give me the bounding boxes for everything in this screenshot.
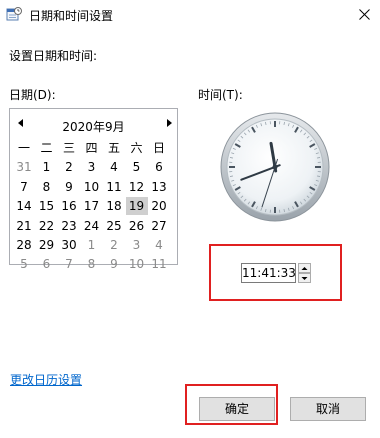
calendar-day[interactable]: 21 [13, 217, 35, 235]
calendar-day[interactable]: 13 [148, 178, 170, 196]
calendar-day[interactable]: 8 [81, 255, 103, 273]
calendar-day[interactable]: 18 [103, 197, 125, 215]
dialog-heading: 设置日期和时间: [9, 49, 98, 63]
calendar-day[interactable]: 17 [81, 197, 103, 215]
calendar-day[interactable]: 5 [126, 158, 148, 176]
change-calendar-settings-link[interactable]: 更改日历设置 [10, 371, 82, 388]
weekday-header: 五 [107, 141, 120, 155]
calendar-day[interactable]: 1 [36, 158, 58, 176]
date-time-settings-icon [6, 6, 22, 22]
chevron-up-icon [301, 267, 308, 270]
calendar-day[interactable]: 30 [58, 236, 80, 254]
calendar-day[interactable]: 31 [13, 158, 35, 176]
calendar-day[interactable]: 16 [58, 197, 80, 215]
date-label: 日期(D): [9, 88, 56, 102]
calendar-day[interactable]: 8 [36, 178, 58, 196]
calendar-day[interactable]: 3 [126, 236, 148, 254]
calendar-day[interactable]: 2 [58, 158, 80, 176]
weekday-header: 四 [85, 141, 98, 155]
calendar-day[interactable]: 15 [36, 197, 58, 215]
cancel-button[interactable]: 取消 [290, 397, 366, 421]
calendar-day[interactable]: 6 [36, 255, 58, 273]
calendar-day[interactable]: 12 [126, 178, 148, 196]
analog-clock [211, 112, 339, 222]
calendar-day[interactable]: 11 [148, 255, 170, 273]
spin-up-button[interactable] [298, 263, 311, 273]
clock-center [272, 164, 278, 170]
weekday-header: 六 [130, 141, 143, 155]
chevron-down-icon [301, 277, 308, 280]
calendar-day[interactable]: 1 [81, 236, 103, 254]
calendar-day[interactable]: 4 [103, 158, 125, 176]
calendar-day[interactable]: 7 [13, 178, 35, 196]
calendar-day[interactable]: 14 [13, 197, 35, 215]
calendar-day[interactable]: 7 [58, 255, 80, 273]
triangle-right-icon [167, 119, 172, 127]
calendar-day[interactable]: 20 [148, 197, 170, 215]
calendar-day[interactable]: 28 [13, 236, 35, 254]
calendar-day[interactable]: 11 [103, 178, 125, 196]
time-input[interactable]: 11:41:33 [241, 263, 296, 283]
spin-down-button[interactable] [298, 273, 311, 283]
calendar-month-title[interactable]: 2020年9月 [10, 118, 177, 135]
calendar-day[interactable]: 6 [148, 158, 170, 176]
calendar-day[interactable]: 23 [58, 217, 80, 235]
calendar-day[interactable]: 27 [148, 217, 170, 235]
weekday-header: 三 [62, 141, 75, 155]
close-button[interactable] [350, 0, 380, 30]
window-title: 日期和时间设置 [29, 9, 114, 23]
calendar-day[interactable]: 3 [81, 158, 103, 176]
calendar-day[interactable]: 22 [36, 217, 58, 235]
calendar-day[interactable]: 29 [36, 236, 58, 254]
next-month-button[interactable] [164, 117, 174, 129]
calendar-day[interactable]: 5 [13, 255, 35, 273]
calendar-day[interactable]: 4 [148, 236, 170, 254]
close-icon [359, 9, 370, 20]
calendar-day[interactable]: 10 [81, 178, 103, 196]
calendar-day[interactable]: 9 [58, 178, 80, 196]
calendar-day[interactable]: 25 [103, 217, 125, 235]
selected-day[interactable]: 19 [125, 197, 148, 216]
calendar: 2020年9月 一二三四五六日 31 1 2 3 4 5 6 7 8 9 10 11 12 13 14 15 16… [9, 108, 178, 271]
time-spinner[interactable] [298, 263, 311, 283]
calendar-day[interactable]: 2 [103, 236, 125, 254]
weekday-header: 二 [40, 141, 53, 155]
ok-button[interactable]: 确定 [199, 397, 275, 421]
weekday-header: 一 [17, 141, 30, 155]
title-bar: 日期和时间设置 [0, 0, 380, 30]
calendar-day[interactable]: 24 [81, 217, 103, 235]
calendar-day[interactable]: 10 [126, 255, 148, 273]
calendar-day[interactable]: 26 [126, 217, 148, 235]
weekday-header: 日 [152, 141, 165, 155]
time-label: 时间(T): [198, 88, 243, 102]
calendar-day[interactable]: 9 [103, 255, 125, 273]
